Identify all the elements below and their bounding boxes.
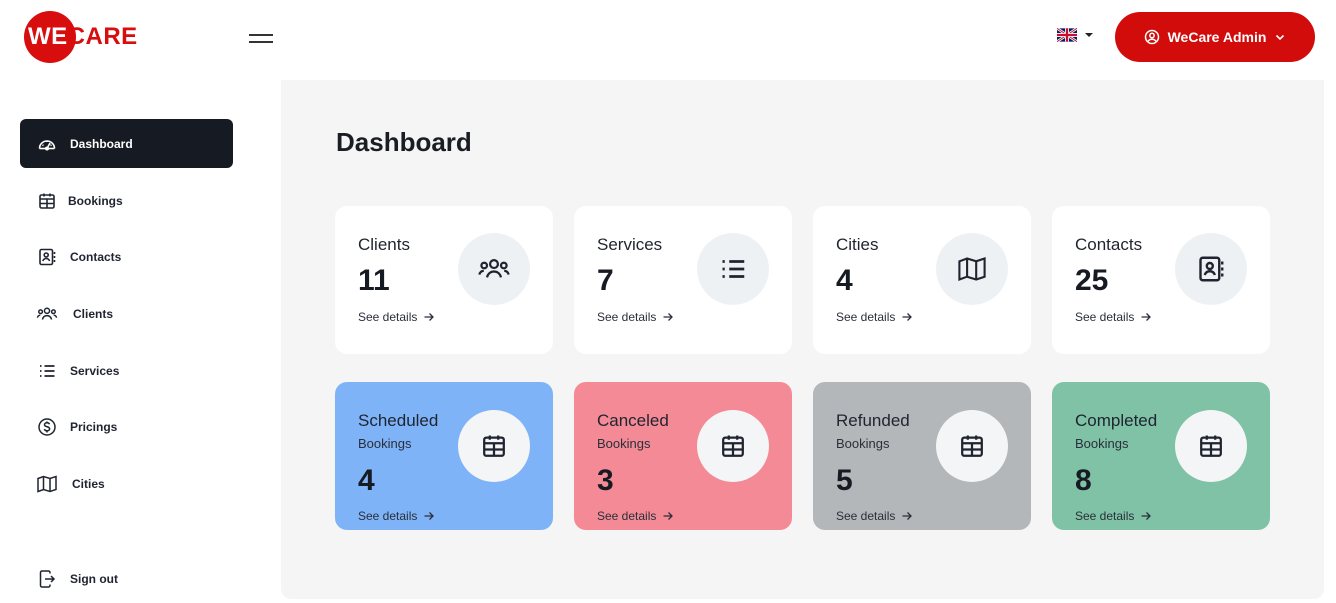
dollar-icon [36, 416, 58, 438]
sidebar-item-sign-out[interactable]: Sign out [20, 554, 233, 603]
stat-card-clients[interactable]: Clients 11 See details [335, 206, 553, 354]
calendar-icon [458, 410, 530, 482]
stat-card-value: 7 [597, 264, 614, 297]
user-menu-label: WeCare Admin [1167, 29, 1267, 45]
arrow-right-icon [902, 313, 913, 321]
sidebar-item-cities[interactable]: Cities [20, 459, 233, 508]
sidebar-item-contacts[interactable]: Contacts [20, 232, 233, 281]
list-icon [36, 360, 58, 382]
booking-card-canceled[interactable]: Canceled Bookings 3 See details [574, 382, 792, 530]
top-header: WECARE WeCare Admin [0, 0, 1336, 80]
sidebar-item-label: Contacts [70, 249, 122, 264]
calendar-icon [697, 410, 769, 482]
arrow-right-icon [902, 512, 913, 520]
calendar-icon [1175, 410, 1247, 482]
booking-card-title: Canceled [597, 411, 669, 430]
sidebar-item-label: Pricings [70, 419, 118, 434]
caret-down-icon [1085, 33, 1093, 37]
see-details-link[interactable]: See details [597, 310, 674, 324]
stat-card-cities[interactable]: Cities 4 See details [813, 206, 1031, 354]
calendar-icon [936, 410, 1008, 482]
sidebar-item-label: Bookings [68, 193, 123, 208]
booking-card-value: 4 [358, 464, 375, 497]
user-circle-icon [1144, 29, 1159, 45]
booking-card-completed[interactable]: Completed Bookings 8 See details [1052, 382, 1270, 530]
sidebar-item-label: Sign out [70, 571, 118, 586]
sidebar-item-dashboard[interactable]: Dashboard [20, 119, 233, 168]
booking-card-title: Refunded [836, 411, 910, 430]
booking-card-refunded[interactable]: Refunded Bookings 5 See details [813, 382, 1031, 530]
uk-flag-icon [1057, 28, 1077, 42]
see-details-link[interactable]: See details [836, 310, 913, 324]
booking-card-value: 3 [597, 464, 614, 497]
booking-card-scheduled[interactable]: Scheduled Bookings 4 See details [335, 382, 553, 530]
logo-text: WECARE [28, 23, 138, 50]
stat-card-contacts[interactable]: Contacts 25 See details [1052, 206, 1270, 354]
stat-card-title: Services [597, 235, 663, 254]
menu-toggle-icon[interactable] [249, 33, 275, 45]
language-selector[interactable] [1057, 28, 1097, 44]
stat-card-services[interactable]: Services 7 See details [574, 206, 792, 354]
see-details-link[interactable]: See details [597, 509, 674, 523]
see-details-link[interactable]: See details [1075, 509, 1152, 523]
speedometer-icon [36, 133, 58, 155]
sidebar-item-bookings[interactable]: Bookings [20, 176, 233, 225]
arrow-right-icon [663, 512, 674, 520]
users-icon [36, 303, 58, 325]
wecare-logo[interactable]: WECARE [24, 11, 164, 63]
sign-out-icon [36, 568, 58, 590]
stat-card-value: 25 [1075, 264, 1109, 297]
see-details-link[interactable]: See details [1075, 310, 1152, 324]
stat-card-title: Cities [836, 235, 879, 254]
sidebar-item-clients[interactable]: Clients [20, 289, 233, 338]
sidebar: Dashboard Bookings Contacts Clients Serv… [0, 80, 281, 601]
sidebar-item-pricings[interactable]: Pricings [20, 402, 233, 451]
chevron-down-icon [1276, 34, 1285, 41]
booking-card-subtitle: Bookings [836, 436, 890, 451]
map-icon [936, 233, 1008, 305]
arrow-right-icon [1141, 512, 1152, 520]
main-content: Dashboard Clients 11 See details Service… [281, 80, 1324, 599]
sidebar-item-label: Cities [72, 476, 105, 491]
booking-card-title: Scheduled [358, 411, 439, 430]
booking-card-subtitle: Bookings [358, 436, 412, 451]
contact-book-icon [1175, 233, 1247, 305]
users-icon [458, 233, 530, 305]
calendar-icon [36, 190, 58, 212]
see-details-link[interactable]: See details [836, 509, 913, 523]
stat-card-value: 4 [836, 264, 853, 297]
booking-card-value: 5 [836, 464, 853, 497]
sidebar-item-services[interactable]: Services [20, 346, 233, 395]
page-title: Dashboard [336, 127, 472, 157]
arrow-right-icon [424, 512, 435, 520]
sidebar-item-label: Services [70, 363, 120, 378]
arrow-right-icon [424, 313, 435, 321]
sidebar-item-label: Clients [73, 306, 114, 321]
arrow-right-icon [1141, 313, 1152, 321]
stat-card-title: Clients [358, 235, 410, 254]
see-details-link[interactable]: See details [358, 310, 435, 324]
arrow-right-icon [663, 313, 674, 321]
stat-card-title: Contacts [1075, 235, 1143, 254]
see-details-link[interactable]: See details [358, 509, 435, 523]
sidebar-item-label: Dashboard [70, 136, 133, 151]
booking-card-subtitle: Bookings [597, 436, 651, 451]
booking-card-value: 8 [1075, 464, 1092, 497]
map-icon [36, 473, 58, 495]
booking-card-title: Completed [1075, 411, 1158, 430]
stat-card-value: 11 [358, 264, 390, 297]
list-icon [697, 233, 769, 305]
booking-card-subtitle: Bookings [1075, 436, 1129, 451]
contact-book-icon [36, 246, 58, 268]
user-menu-button[interactable]: WeCare Admin [1115, 12, 1315, 62]
